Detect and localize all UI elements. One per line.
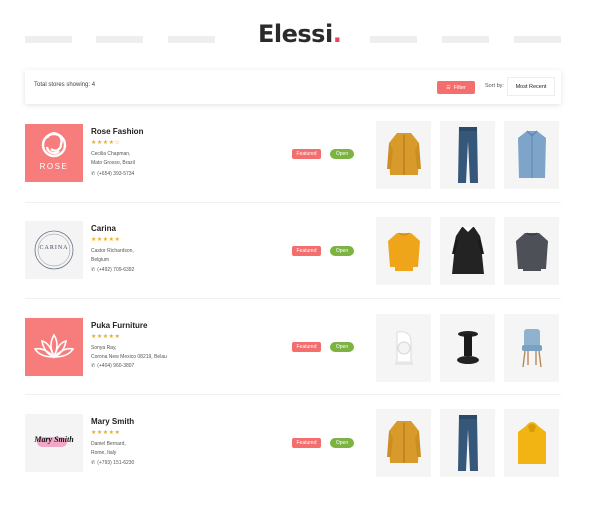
store-row: Mary Smith Mary Smith ★★★★★ Daniel Berna… bbox=[25, 409, 561, 510]
store-address: Sonya Ray, Corona New Mexico 08219, Bela… bbox=[91, 344, 201, 361]
address-line: Castor Richardson, bbox=[91, 248, 134, 254]
address-line: Mato Grosso, Brazil bbox=[91, 159, 135, 166]
logo-dot: . bbox=[332, 20, 342, 48]
featured-badge: Featured bbox=[292, 438, 321, 448]
store-row: CARINA Carina ★★★★★ Castor Richardson, B… bbox=[25, 217, 561, 317]
product-thumb[interactable] bbox=[440, 217, 495, 285]
rose-logo-icon bbox=[41, 132, 67, 158]
product-thumb[interactable] bbox=[504, 217, 559, 285]
lotus-logo-icon bbox=[33, 333, 75, 359]
store-logo[interactable]: Mary Smith bbox=[25, 414, 83, 472]
grey-sweater-icon bbox=[515, 232, 548, 271]
featured-badge: Featured bbox=[292, 149, 321, 159]
store-name[interactable]: Puka Furniture bbox=[91, 321, 147, 330]
site-header: Elessi. bbox=[0, 0, 592, 62]
product-thumb[interactable] bbox=[504, 314, 559, 382]
store-logo[interactable] bbox=[25, 318, 83, 376]
sort-label: Sort by: bbox=[485, 83, 504, 89]
mary-smith-logo-text: Mary Smith bbox=[34, 435, 74, 444]
nav-placeholder[interactable] bbox=[96, 36, 143, 43]
featured-badge: Featured bbox=[292, 246, 321, 256]
store-address: Daniel Bernard, Rome, Italy bbox=[91, 440, 201, 457]
address-line: Cecilia Chapman, bbox=[91, 151, 131, 157]
store-name[interactable]: Rose Fashion bbox=[91, 127, 143, 136]
nav-placeholder[interactable] bbox=[168, 36, 215, 43]
product-thumb[interactable] bbox=[376, 314, 431, 382]
featured-badge: Featured bbox=[292, 342, 321, 352]
phone-number: (+404) 960-3807 bbox=[97, 363, 135, 369]
phone-number: (+793) 151-6230 bbox=[97, 460, 135, 466]
denim-shirt-icon bbox=[517, 130, 546, 178]
phone-icon: ✆ bbox=[91, 363, 96, 369]
nav-placeholder[interactable] bbox=[25, 36, 72, 43]
rating-stars: ★★★★★ bbox=[91, 430, 121, 436]
address-line: Daniel Bernard, bbox=[91, 441, 126, 447]
nav-placeholder[interactable] bbox=[442, 36, 489, 43]
product-thumb[interactable] bbox=[440, 409, 495, 477]
nav-placeholder[interactable] bbox=[514, 36, 561, 43]
store-row: ROSE Rose Fashion ★★★★☆ Cecilia Chapman,… bbox=[25, 121, 561, 220]
black-dress-icon bbox=[451, 227, 484, 274]
product-thumb[interactable] bbox=[376, 217, 431, 285]
phone-number: (+654) 393-5734 bbox=[97, 171, 135, 177]
row-divider bbox=[25, 298, 561, 299]
sort-select[interactable]: Most Recent bbox=[507, 77, 555, 96]
address-line: Belgium bbox=[91, 256, 110, 263]
store-phone: ✆ (+404) 960-3807 bbox=[91, 363, 134, 369]
mustard-jacket-icon bbox=[386, 421, 421, 463]
store-name[interactable]: Carina bbox=[91, 224, 116, 233]
logo-text: Elessi bbox=[258, 20, 333, 48]
white-lamp-icon bbox=[394, 331, 413, 365]
phone-icon: ✆ bbox=[91, 267, 96, 273]
store-row: Puka Furniture ★★★★★ Sonya Ray, Corona N… bbox=[25, 314, 561, 414]
product-thumb[interactable] bbox=[440, 121, 495, 189]
blue-jeans-icon bbox=[457, 415, 478, 471]
blue-jeans-icon bbox=[457, 127, 478, 183]
store-address: Cecilia Chapman, Mato Grosso, Brazil bbox=[91, 150, 201, 167]
row-divider bbox=[25, 202, 561, 203]
product-thumb[interactable] bbox=[440, 314, 495, 382]
store-name[interactable]: Mary Smith bbox=[91, 417, 134, 426]
phone-icon: ✆ bbox=[91, 460, 96, 466]
store-logo[interactable]: CARINA bbox=[25, 221, 83, 279]
open-badge: Open bbox=[330, 438, 354, 448]
open-badge: Open bbox=[330, 149, 354, 159]
filter-icon: ☰ bbox=[446, 84, 451, 91]
product-thumb[interactable] bbox=[376, 121, 431, 189]
store-logo[interactable]: ROSE bbox=[25, 124, 83, 182]
row-divider bbox=[25, 394, 561, 395]
store-phone: ✆ (+492) 709-6392 bbox=[91, 267, 134, 273]
yellow-sweater-icon bbox=[387, 232, 420, 271]
filter-button-label: Filter bbox=[453, 84, 466, 91]
open-badge: Open bbox=[330, 342, 354, 352]
store-address: Castor Richardson, Belgium bbox=[91, 247, 201, 264]
phone-icon: ✆ bbox=[91, 171, 96, 177]
blue-chair-icon bbox=[521, 329, 542, 368]
store-filter-bar: Total stores showing: 4 ☰ Filter Sort by… bbox=[25, 70, 561, 104]
black-stool-icon bbox=[456, 331, 479, 364]
mustard-jacket-icon bbox=[386, 133, 421, 175]
rating-stars: ★★★★★ bbox=[91, 334, 121, 340]
filter-button[interactable]: ☰ Filter bbox=[437, 81, 475, 94]
product-thumb[interactable] bbox=[504, 121, 559, 189]
nav-placeholder[interactable] bbox=[370, 36, 417, 43]
phone-number: (+492) 709-6392 bbox=[97, 267, 135, 273]
product-thumb[interactable] bbox=[504, 409, 559, 477]
carina-logo-text: CARINA bbox=[39, 245, 69, 251]
open-badge: Open bbox=[330, 246, 354, 256]
yellow-hoodie-icon bbox=[517, 422, 546, 464]
address-line: Rome, Italy bbox=[91, 449, 117, 456]
product-thumb[interactable] bbox=[376, 409, 431, 477]
total-stores-label: Total stores showing: 4 bbox=[34, 82, 96, 88]
address-line: Corona New Mexico 08219, Belau bbox=[91, 353, 167, 360]
store-phone: ✆ (+793) 151-6230 bbox=[91, 460, 134, 466]
rose-logo-text: ROSE bbox=[39, 162, 69, 171]
site-logo[interactable]: Elessi. bbox=[258, 18, 342, 50]
store-phone: ✆ (+654) 393-5734 bbox=[91, 171, 134, 177]
rating-stars: ★★★★★ bbox=[91, 237, 121, 243]
rating-stars: ★★★★☆ bbox=[91, 140, 121, 146]
address-line: Sonya Ray, bbox=[91, 345, 117, 351]
